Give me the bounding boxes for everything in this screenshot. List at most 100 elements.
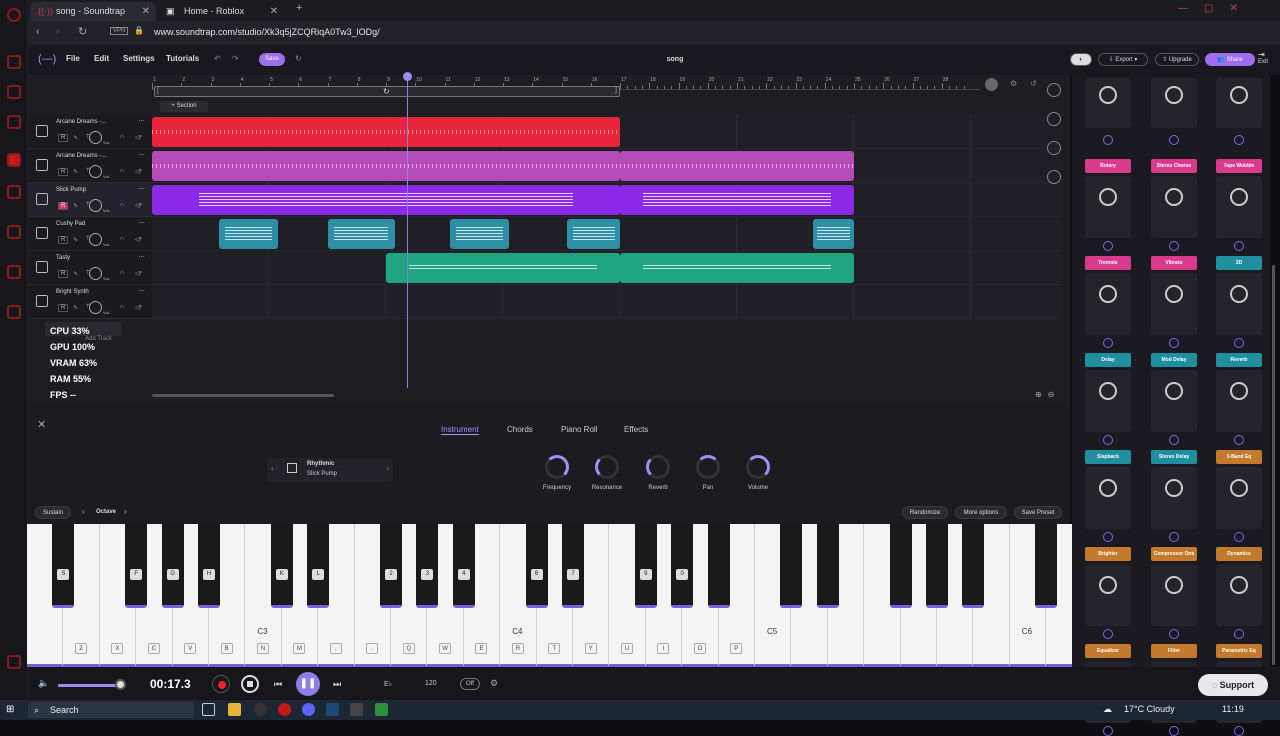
fx-preview-play-icon[interactable]: [1234, 629, 1244, 639]
fx-card[interactable]: [1085, 467, 1131, 529]
fx-knob[interactable]: [1165, 382, 1183, 400]
save-preset-button[interactable]: Save Preset: [1014, 506, 1062, 519]
song-title[interactable]: song: [650, 56, 700, 63]
automation-icon[interactable]: ∿: [73, 236, 78, 243]
fx-knob[interactable]: [1165, 479, 1183, 497]
add-section-button[interactable]: + Section: [160, 101, 208, 112]
loop-icon[interactable]: ↺: [1030, 79, 1037, 88]
fx-card[interactable]: [1151, 370, 1197, 432]
share-button[interactable]: 👥 Share: [1205, 53, 1255, 66]
fx-card[interactable]: [1085, 78, 1131, 128]
octave-up-icon[interactable]: ›: [124, 507, 127, 516]
track-volume-knob[interactable]: [89, 267, 102, 280]
zoom-controls[interactable]: ⊕⊖: [1035, 390, 1060, 399]
clip[interactable]: [152, 151, 620, 181]
taskbar-search[interactable]: ⌕ Search: [28, 702, 194, 718]
fx-knob[interactable]: [1230, 576, 1248, 594]
black-key[interactable]: 3: [416, 524, 439, 608]
fx-label[interactable]: Compressor One: [1151, 547, 1197, 561]
track-lane[interactable]: [152, 251, 1062, 285]
fx-preview-play-icon[interactable]: [1234, 241, 1244, 251]
black-key[interactable]: [1035, 524, 1058, 608]
fx-preview-play-icon[interactable]: [1103, 435, 1113, 445]
black-key[interactable]: 6: [525, 524, 548, 608]
fx-knob[interactable]: [1230, 188, 1248, 206]
sidebar-app-icon[interactable]: [7, 115, 21, 129]
file-explorer-icon[interactable]: [228, 703, 241, 716]
clip[interactable]: [620, 253, 854, 283]
track-menu-icon[interactable]: ⋯: [138, 185, 145, 193]
clock[interactable]: 11:19: [1222, 704, 1244, 714]
fx-preview-play-icon[interactable]: [1103, 338, 1113, 348]
rewind-button[interactable]: ⏮: [269, 675, 287, 693]
track-name[interactable]: Bright Synth: [56, 289, 89, 295]
fx-label[interactable]: Mod Delay: [1151, 353, 1197, 367]
app-icon[interactable]: [254, 703, 267, 716]
clip[interactable]: [219, 219, 278, 249]
fx-preview-play-icon[interactable]: [1103, 241, 1113, 251]
fx-card[interactable]: [1151, 176, 1197, 238]
headphones-icon[interactable]: ∩: [120, 134, 124, 140]
black-key[interactable]: H: [198, 524, 220, 608]
fx-card[interactable]: [1216, 273, 1262, 335]
tab-roblox[interactable]: ▣ Home - Roblox ✕: [158, 2, 284, 21]
fx-knob[interactable]: [1230, 285, 1248, 303]
opera-logo-icon[interactable]: [7, 8, 21, 22]
headphones-icon[interactable]: ∩: [120, 304, 124, 310]
fx-knob[interactable]: [1165, 188, 1183, 206]
black-key[interactable]: 0: [671, 524, 694, 608]
playhead-handle[interactable]: [403, 72, 412, 81]
pause-button[interactable]: ❚❚: [296, 672, 320, 696]
fx-card[interactable]: [1151, 564, 1197, 626]
clip[interactable]: [152, 117, 620, 147]
black-key[interactable]: [962, 524, 985, 608]
undo-icon[interactable]: ↶: [214, 54, 221, 63]
soundtrap-logo-icon[interactable]: (—): [38, 53, 56, 65]
menu-settings[interactable]: Settings: [123, 54, 155, 63]
vpn-badge[interactable]: VPN: [110, 27, 129, 35]
automation-icon[interactable]: ∿: [73, 270, 78, 277]
black-key[interactable]: K: [270, 524, 293, 608]
windows-start-icon[interactable]: ⊞: [6, 704, 14, 715]
close-icon[interactable]: ✕: [142, 2, 150, 21]
automation-icon[interactable]: ∿: [73, 202, 78, 209]
black-key[interactable]: [780, 524, 803, 608]
track-volume-knob[interactable]: [89, 301, 102, 314]
track-header[interactable]: Cushy Pad ⋯ R ∿ ᛘ VoL ∩ ◁ˣ: [28, 217, 152, 251]
fx-card[interactable]: [1151, 467, 1197, 529]
next-instrument-icon[interactable]: ›: [386, 464, 389, 473]
clip[interactable]: [327, 219, 395, 249]
sidebar-app-icon[interactable]: [7, 305, 21, 319]
collaborators-icon[interactable]: [1047, 112, 1061, 126]
close-icon[interactable]: ✕: [270, 2, 278, 21]
randomize-button[interactable]: Randomize: [902, 506, 948, 519]
weather-icon[interactable]: ☁: [1103, 704, 1112, 715]
fx-preview-play-icon[interactable]: [1234, 435, 1244, 445]
clip[interactable]: [386, 253, 620, 283]
fx-label[interactable]: Slapback: [1085, 450, 1131, 464]
track-menu-icon[interactable]: ⋯: [138, 151, 145, 159]
headphones-icon[interactable]: ∩: [120, 236, 124, 242]
record-arm-button[interactable]: R: [58, 304, 69, 312]
black-key[interactable]: G: [161, 524, 184, 608]
track-menu-icon[interactable]: ⋯: [138, 253, 145, 261]
gear-icon[interactable]: ⚙: [1010, 79, 1017, 88]
app-icon[interactable]: [350, 703, 363, 716]
track-name[interactable]: Arcane Dreams -...: [56, 153, 106, 159]
headphones-icon[interactable]: ∩: [120, 202, 124, 208]
fx-preview-play-icon[interactable]: [1234, 338, 1244, 348]
black-key[interactable]: S: [52, 524, 75, 608]
fx-knob[interactable]: [1230, 86, 1248, 104]
horizontal-scrollbar[interactable]: [152, 394, 334, 397]
volume-slider-handle[interactable]: [115, 679, 126, 690]
black-key[interactable]: F: [125, 524, 148, 608]
instrument-selector[interactable]: ‹ Rhythmic Slick Pump ›: [267, 458, 393, 482]
forward-icon[interactable]: ›: [56, 26, 60, 38]
exit-button[interactable]: ⇥ Exit: [1258, 50, 1268, 65]
fx-card[interactable]: [1216, 564, 1262, 626]
fx-label[interactable]: Brighter: [1085, 547, 1131, 561]
fx-preview-play-icon[interactable]: [1169, 135, 1179, 145]
fx-scrollbar[interactable]: [1272, 265, 1275, 665]
master-volume-slider[interactable]: [58, 684, 120, 687]
black-key[interactable]: [889, 524, 912, 608]
